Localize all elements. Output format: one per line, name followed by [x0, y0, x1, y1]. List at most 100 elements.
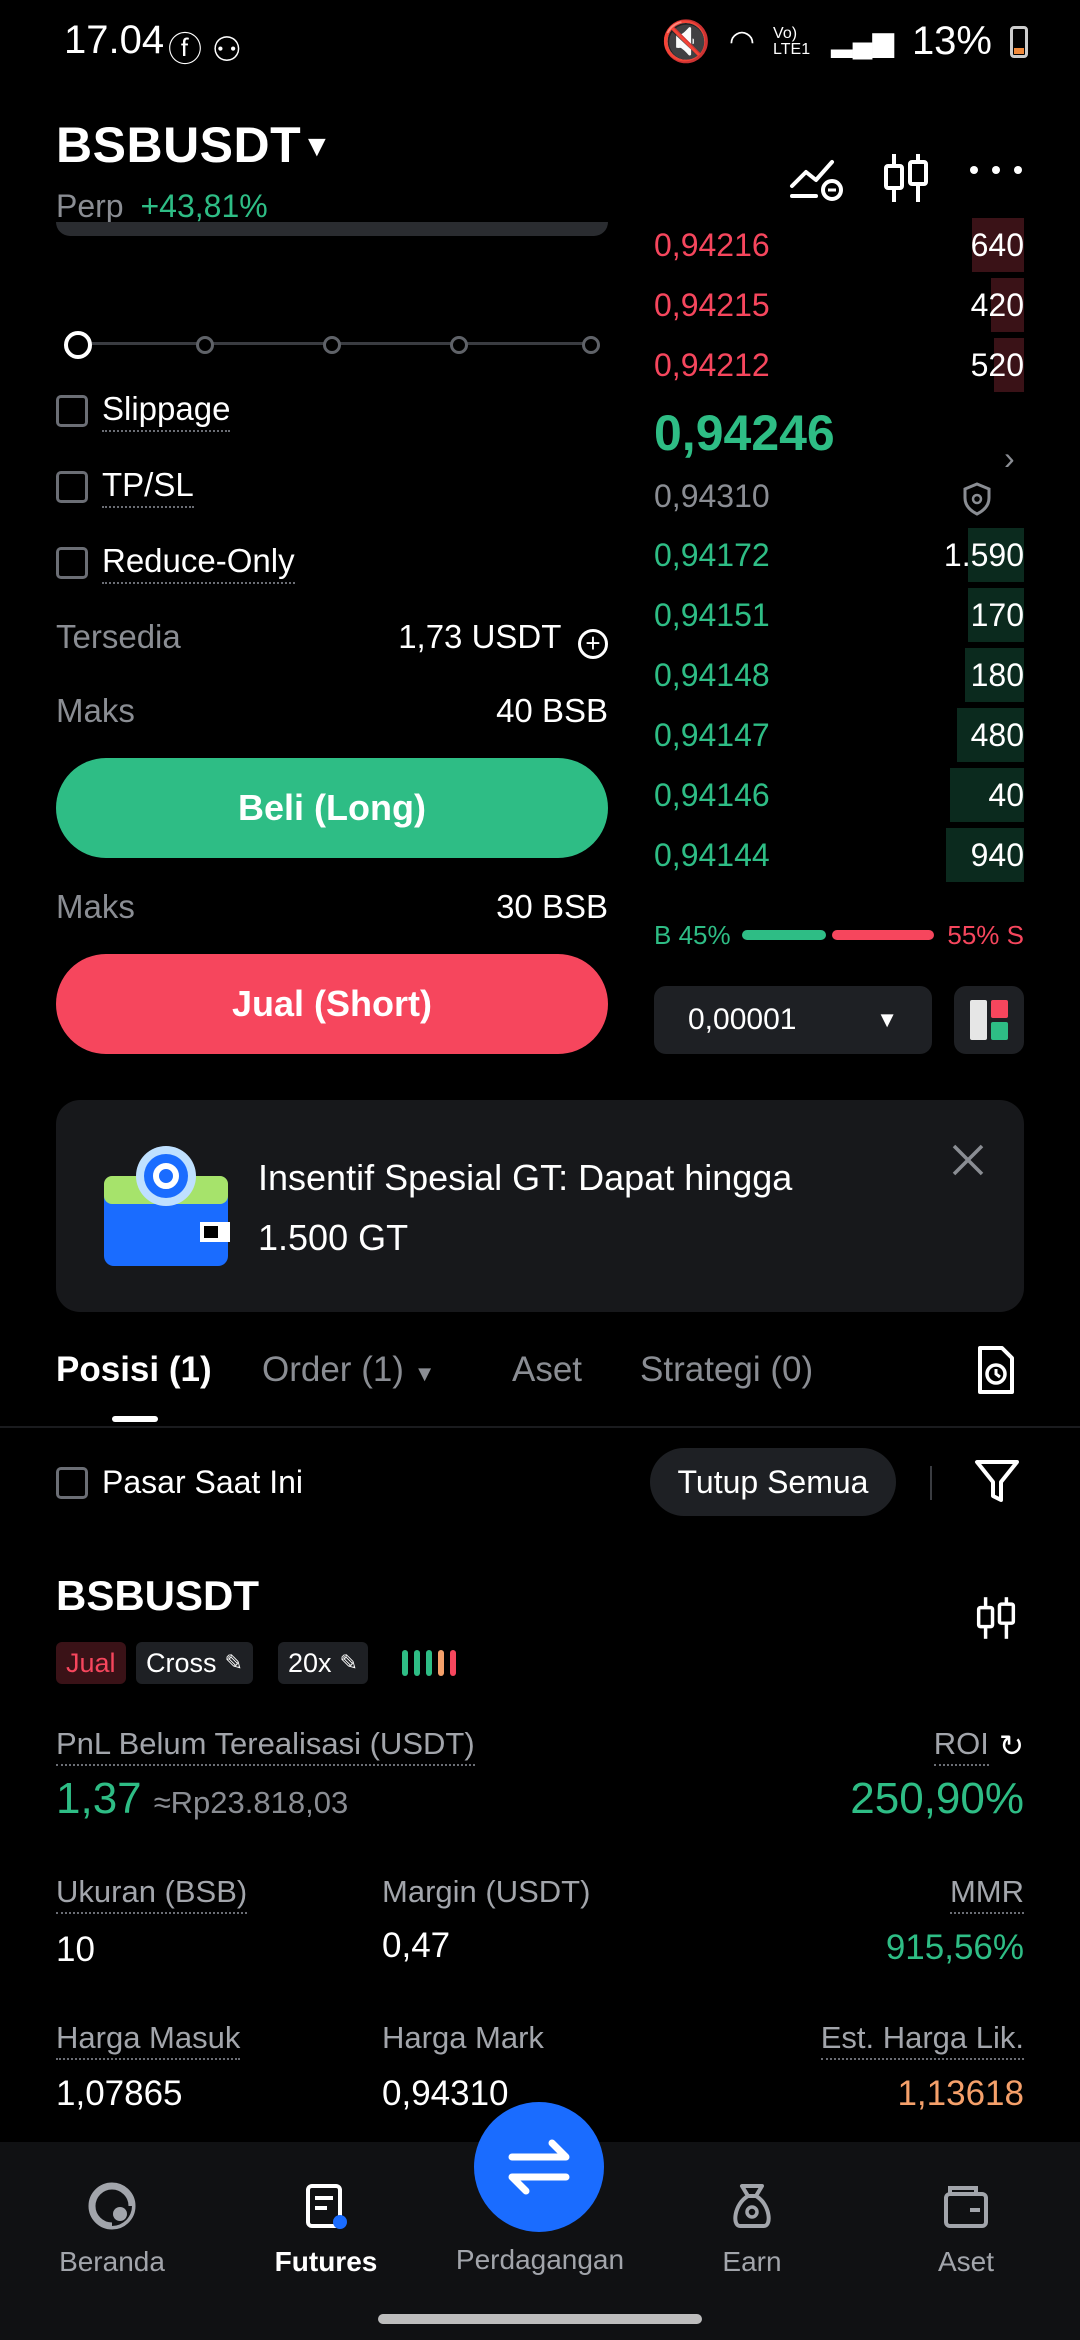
slider-step[interactable] — [582, 336, 600, 354]
available-label: Tersedia — [56, 618, 181, 655]
tab-assets[interactable]: Aset — [512, 1350, 582, 1390]
ask-quantity: 640 — [970, 226, 1024, 263]
nav-assets[interactable]: Aset — [876, 2178, 1056, 2278]
mmr-label[interactable]: MMR — [949, 1874, 1024, 1914]
gift-wallet-icon — [104, 1146, 230, 1266]
battery-icon — [1010, 25, 1028, 58]
edit-icon: ✎ — [339, 1650, 358, 1675]
chevron-down-icon: ▼ — [876, 1007, 898, 1032]
nav-trade-label: Perdagangan — [455, 2244, 625, 2275]
order-history-icon[interactable] — [970, 1344, 1022, 1396]
mark-price-label: Harga Mark — [382, 2020, 544, 2055]
tab-orders[interactable]: Order (1) ▼ — [262, 1350, 435, 1390]
pair-dropdown-icon[interactable]: ▼ — [302, 130, 332, 164]
roi-value: 250,90% — [850, 1774, 1024, 1823]
price-alert-icon[interactable] — [786, 148, 846, 208]
reduce-only-checkbox[interactable] — [56, 547, 88, 579]
max-sell-value: 30 BSB — [496, 888, 608, 925]
current-market-checkbox[interactable] — [56, 1466, 88, 1499]
slider-step[interactable] — [323, 336, 341, 354]
nav-earn-label: Earn — [722, 2246, 782, 2277]
chart-icon[interactable] — [876, 148, 936, 208]
quantity-input-edge[interactable] — [56, 222, 608, 236]
bid-row[interactable]: 0,94144 940 — [654, 826, 1024, 884]
reduce-only-option[interactable]: Reduce-Only — [56, 542, 295, 584]
max-buy-value: 40 BSB — [496, 692, 608, 729]
slippage-checkbox[interactable] — [56, 395, 88, 427]
size-label[interactable]: Ukuran (BSB) — [56, 1874, 248, 1914]
ask-row[interactable]: 0,94215 420 — [654, 276, 1024, 334]
tpsl-checkbox[interactable] — [56, 471, 88, 503]
margin-mode-badge[interactable]: Cross ✎ — [136, 1642, 253, 1684]
status-time: 17.04 — [64, 18, 165, 62]
buy-ratio-bar — [742, 930, 826, 940]
status-right: 🔇 ◠ Vo) LTE1 ▂▄▆ 13% — [661, 18, 1028, 65]
add-funds-icon[interactable]: + — [578, 629, 608, 659]
sell-short-button[interactable]: Jual (Short) — [56, 954, 608, 1054]
tick-size-select[interactable]: 0,00001 ▼ — [654, 986, 932, 1054]
ask-row[interactable]: 0,94216 640 — [654, 216, 1024, 274]
buy-long-button[interactable]: Beli (Long) — [56, 758, 608, 858]
tab-positions[interactable]: Posisi (1) — [56, 1350, 212, 1390]
nav-earn[interactable]: Earn — [662, 2178, 842, 2278]
filter-icon[interactable] — [972, 1456, 1022, 1506]
bid-row[interactable]: 0,94172 1.590 — [654, 526, 1024, 584]
nav-home-label: Beranda — [59, 2246, 165, 2277]
slider-handle[interactable] — [64, 331, 92, 359]
pnl-label[interactable]: PnL Belum Terealisasi (USDT) — [56, 1726, 475, 1766]
slippage-label: Slippage — [102, 390, 231, 432]
promo-text: Insentif Spesial GT: Dapat hingga 1.500 … — [258, 1148, 792, 1268]
wallet-icon — [944, 2186, 988, 2228]
ask-quantity: 520 — [970, 346, 1024, 383]
book-layout-button[interactable] — [954, 986, 1024, 1054]
size-value: 10 — [56, 1930, 95, 1969]
mmr-value: 915,56% — [885, 1928, 1024, 1967]
chevron-right-icon[interactable]: › — [1004, 440, 1015, 477]
position-pair[interactable]: BSBUSDT — [56, 1572, 259, 1620]
max-sell-row: Maks 30 BSB — [56, 888, 608, 926]
liq-price-label[interactable]: Est. Harga Lik. — [820, 2020, 1024, 2060]
gesture-bar[interactable] — [378, 2314, 702, 2324]
leverage-badge[interactable]: 20x ✎ — [278, 1642, 368, 1684]
tpsl-option[interactable]: TP/SL — [56, 466, 194, 508]
refresh-icon: ↻ — [998, 1729, 1024, 1763]
current-market-label: Pasar Saat Ini — [102, 1464, 303, 1500]
more-options-icon[interactable] — [966, 148, 1026, 208]
tabs-divider — [0, 1426, 1080, 1428]
ask-price: 0,94215 — [654, 286, 770, 323]
close-all-button[interactable]: Tutup Semua — [650, 1448, 896, 1516]
liq-price-value: 1,13618 — [897, 2074, 1024, 2113]
tpsl-label: TP/SL — [102, 466, 194, 508]
available-value: 1,73 USDT — [398, 618, 561, 655]
position-chart-icon[interactable] — [970, 1590, 1022, 1646]
nav-home[interactable]: Beranda — [22, 2178, 202, 2278]
bid-row[interactable]: 0,94147 480 — [654, 706, 1024, 764]
entry-price-label[interactable]: Harga Masuk — [56, 2020, 241, 2060]
ask-row[interactable]: 0,94212 520 — [654, 336, 1024, 394]
slippage-option[interactable]: Slippage — [56, 390, 231, 432]
nav-trade[interactable]: Perdagangan — [450, 2244, 630, 2276]
filter-divider — [930, 1466, 932, 1500]
tab-strategies[interactable]: Strategi (0) — [640, 1350, 813, 1390]
available-row: Tersedia 1,73 USDT + — [56, 618, 608, 659]
bid-row[interactable]: 0,94146 40 — [654, 766, 1024, 824]
sell-ratio-bar — [832, 930, 934, 940]
promo-line-2: 1.500 GT — [258, 1217, 409, 1258]
slider-step[interactable] — [450, 336, 468, 354]
home-icon — [88, 2182, 136, 2230]
nav-futures[interactable]: Futures — [236, 2178, 416, 2278]
wifi-icon: ◠ — [728, 25, 756, 58]
pnl-idr: ≈Rp23.818,03 — [153, 1785, 349, 1820]
bid-price: 0,94148 — [654, 656, 770, 693]
bid-row[interactable]: 0,94151 170 — [654, 586, 1024, 644]
bid-row[interactable]: 0,94148 180 — [654, 646, 1024, 704]
roi-header[interactable]: ROI ↻ — [933, 1726, 1024, 1766]
layout-icon — [970, 1000, 1008, 1040]
trade-swap-button[interactable] — [474, 2102, 604, 2232]
current-market-filter[interactable]: Pasar Saat Ini — [56, 1464, 303, 1501]
slider-step[interactable] — [196, 336, 214, 354]
market-type: Perp — [56, 188, 124, 224]
close-icon[interactable] — [950, 1142, 986, 1178]
position-side-badge: Jual — [56, 1642, 126, 1684]
pair-title[interactable]: BSBUSDT — [56, 116, 301, 174]
